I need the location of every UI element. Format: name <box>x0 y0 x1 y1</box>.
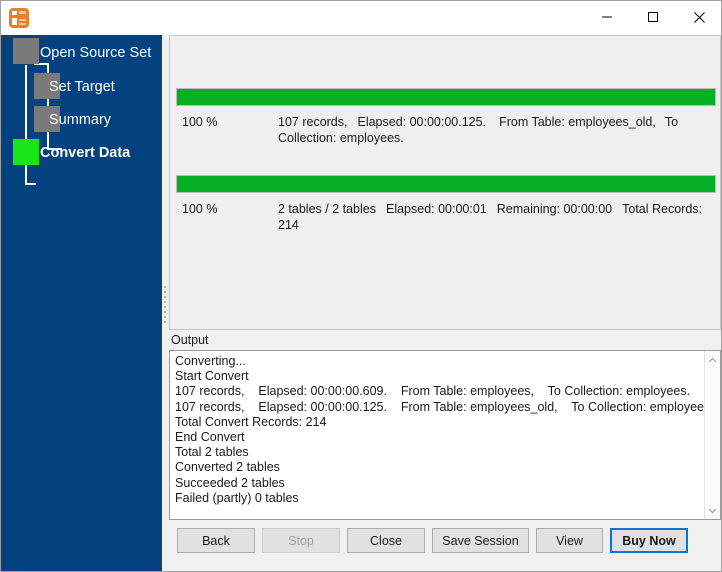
back-button[interactable]: Back <box>177 528 255 553</box>
overall-percent: 100 % <box>182 202 218 216</box>
application-window: Open Source Set Set Target Summary Conve… <box>0 0 722 572</box>
current-task-elapsed: Elapsed: 00:00:00.125. <box>357 115 487 129</box>
minimize-button[interactable] <box>584 1 630 33</box>
output-log-text: Converting... Start Convert 107 records,… <box>175 354 714 505</box>
sidebar-step-label-convert-data[interactable]: Convert Data <box>40 145 130 161</box>
panel-splitter[interactable] <box>162 35 169 571</box>
app-icon-shape <box>19 19 26 21</box>
content-area: 100 % 107 records, Elapsed: 00:00:00.125.… <box>169 35 721 571</box>
close-icon <box>693 11 706 24</box>
current-task-info: 100 % 107 records, Elapsed: 00:00:00.125.… <box>176 114 716 148</box>
overall-tables: 2 tables / 2 tables <box>278 202 376 216</box>
scroll-up-icon[interactable] <box>705 352 720 368</box>
sidebar-step-node-convert-data[interactable] <box>13 139 39 165</box>
sidebar-step-label-set-target[interactable]: Set Target <box>49 79 115 95</box>
wizard-sidebar: Open Source Set Set Target Summary Conve… <box>1 35 162 571</box>
scroll-down-icon[interactable] <box>705 502 720 518</box>
overall-details: 2 tables / 2 tables Elapsed: 00:00:01 Rema… <box>278 201 710 233</box>
tree-connector <box>25 183 36 185</box>
app-icon-shape <box>12 11 17 15</box>
overall-progress-bar <box>176 175 716 193</box>
title-bar <box>1 1 721 35</box>
output-textbox[interactable]: Converting... Start Convert 107 records,… <box>169 350 721 520</box>
maximize-button[interactable] <box>630 1 676 33</box>
view-button[interactable]: View <box>536 528 603 553</box>
buy-now-button[interactable]: Buy Now <box>610 528 688 553</box>
current-task-details: 107 records, Elapsed: 00:00:00.125. From T… <box>278 114 710 146</box>
progress-panel: 100 % 107 records, Elapsed: 00:00:00.125.… <box>169 35 721 330</box>
button-bar: Back Stop Close Save Session View Buy No… <box>169 525 721 569</box>
app-icon <box>9 8 29 28</box>
output-scrollbar[interactable] <box>704 351 720 519</box>
current-task-percent: 100 % <box>182 115 218 129</box>
sidebar-step-node-open-source-set[interactable] <box>13 38 39 64</box>
overall-elapsed: Elapsed: 00:00:01 <box>385 202 487 216</box>
maximize-icon <box>647 11 659 23</box>
close-dialog-button[interactable]: Close <box>347 528 425 553</box>
splitter-grip[interactable] <box>164 286 167 326</box>
stop-button: Stop <box>262 528 340 553</box>
app-icon-shape <box>19 11 26 14</box>
overall-remaining: Remaining: 00:00:00 <box>496 202 613 216</box>
app-icon-shape <box>12 18 17 25</box>
current-task-from-table: From Table: employees_old, <box>499 115 656 129</box>
overall-task-info: 100 % 2 tables / 2 tables Elapsed: 00:00:… <box>176 201 716 232</box>
app-icon-shape <box>19 23 26 25</box>
tree-connector <box>25 65 27 184</box>
current-task-records: 107 records, <box>278 115 348 129</box>
minimize-icon <box>601 11 613 23</box>
sidebar-step-label-open-source-set[interactable]: Open Source Set <box>40 45 151 61</box>
output-label: Output <box>171 333 209 347</box>
save-session-button[interactable]: Save Session <box>432 528 529 553</box>
current-task-progress-bar <box>176 88 716 106</box>
sidebar-step-label-summary[interactable]: Summary <box>49 112 111 128</box>
close-button[interactable] <box>676 1 721 33</box>
